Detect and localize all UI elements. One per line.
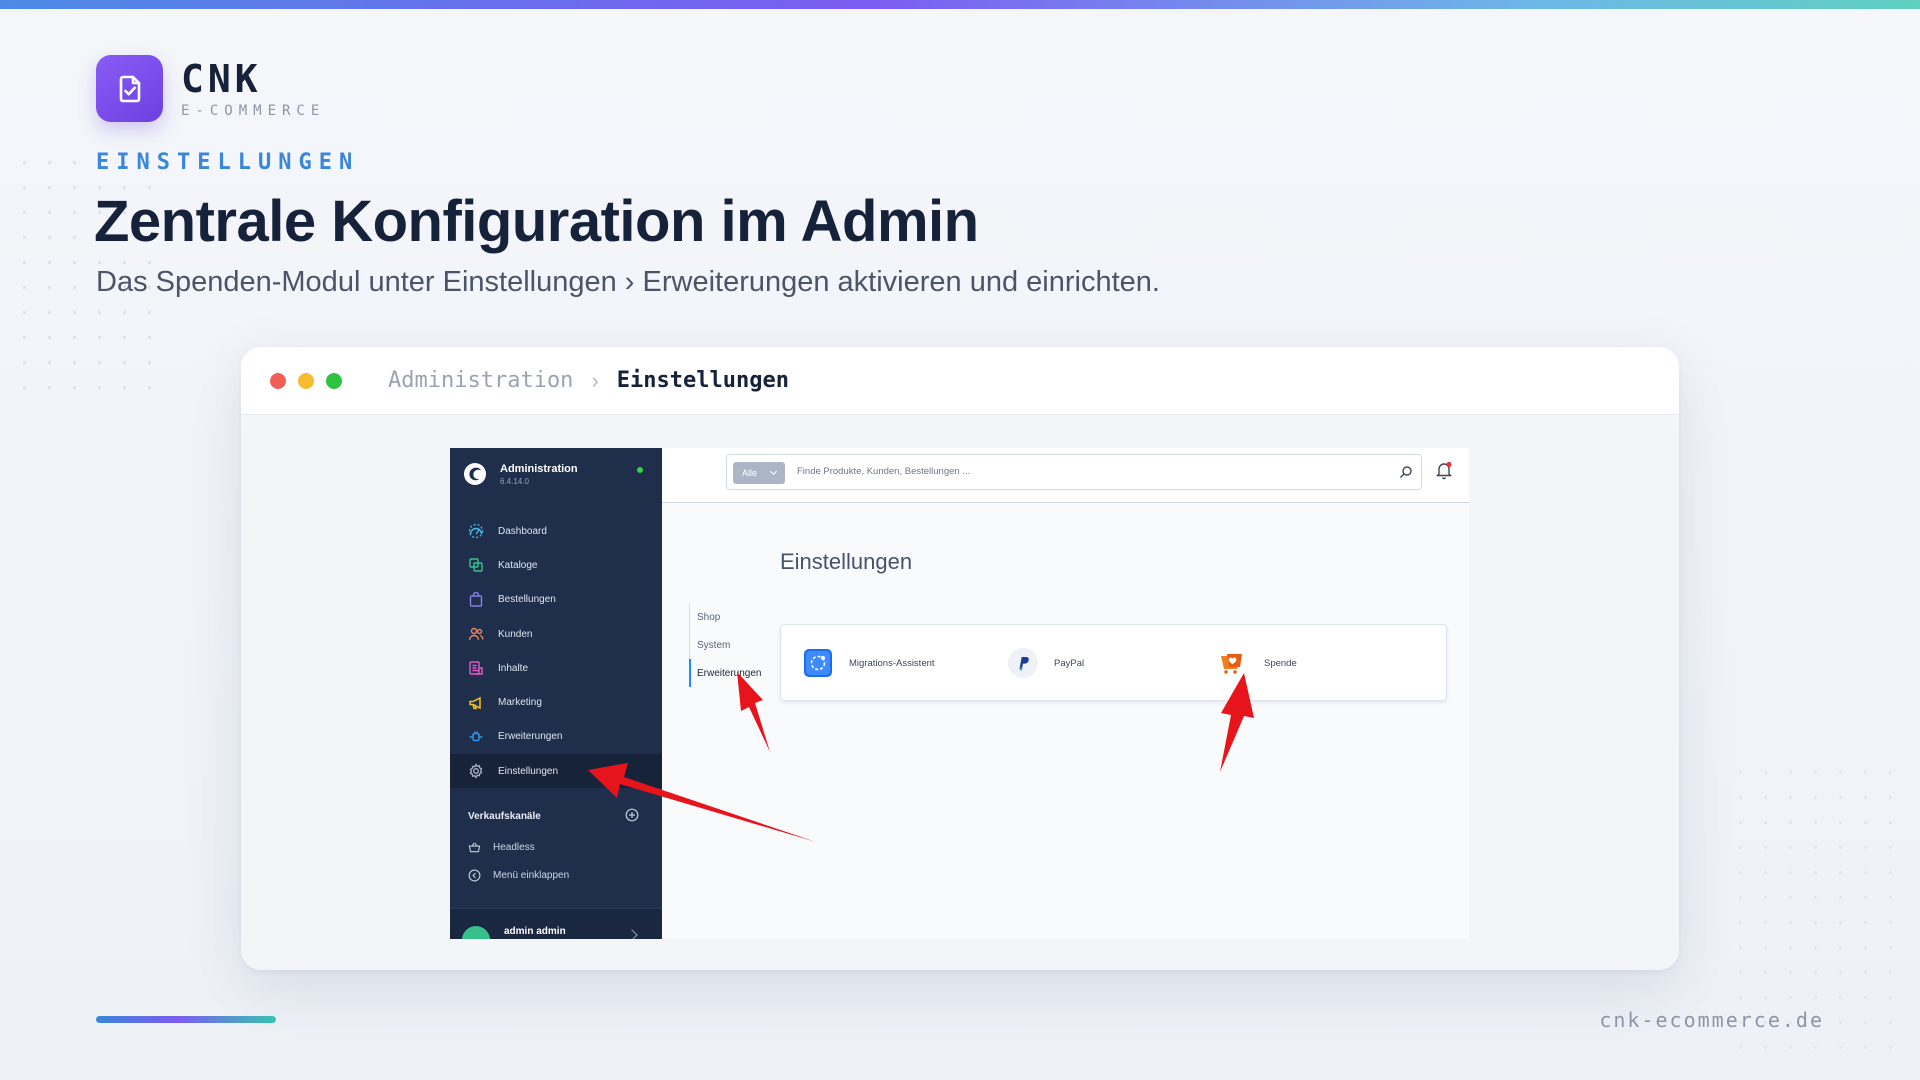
sidebar-item-customers[interactable]: Kunden [450, 617, 662, 651]
tab-system[interactable]: System [690, 631, 769, 659]
plugin-label: PayPal [1054, 657, 1085, 669]
chevron-down-icon [769, 467, 778, 476]
sidebar-item-marketing[interactable]: Marketing [450, 685, 662, 719]
user-name: admin admin [504, 926, 566, 937]
sidebar-item-label: Kataloge [498, 559, 538, 571]
settings-page-title: Einstellungen [780, 549, 913, 574]
plugin-label: Migrations-Assistent [849, 657, 935, 669]
sidebar-item-label: Kunden [498, 628, 533, 640]
admin-version: 6.4.14.0 [500, 476, 529, 486]
page-headline: Zentrale Konfiguration im Admin [94, 189, 979, 254]
brand-logo: CNK E-COMMERCE [96, 55, 325, 122]
sidebar-nav: Dashboard Kataloge Bestellungen Kunden I… [450, 514, 662, 789]
collapse-menu-button[interactable]: Menü einklappen [468, 869, 569, 882]
shopware-logo-icon [464, 463, 486, 485]
online-status-dot [637, 467, 643, 473]
admin-topbar: Alle Finde Produkte, Kunden, Bestellunge… [662, 448, 1469, 503]
sidebar-header: Administration 6.4.14.0 [450, 448, 662, 500]
page-subline: Das Spenden-Modul unter Einstellungen › … [96, 266, 1160, 298]
plugin-paypal[interactable]: PayPal [1008, 648, 1084, 678]
sidebar-item-label: Marketing [498, 697, 542, 709]
close-window-dot[interactable] [270, 372, 286, 389]
search-icon[interactable] [1399, 465, 1413, 479]
top-gradient-strip [0, 0, 1920, 9]
sidebar-item-dashboard[interactable]: Dashboard [450, 514, 662, 548]
plugin-donation[interactable]: Spende [1218, 648, 1297, 678]
sidebar-item-extensions[interactable]: Erweiterungen [450, 720, 662, 754]
marketing-icon [469, 696, 481, 709]
breadcrumb-administration[interactable]: Administration [388, 368, 573, 393]
orders-icon [469, 591, 483, 607]
brand-subtitle: E-COMMERCE [181, 102, 326, 119]
tab-shop[interactable]: Shop [690, 603, 769, 631]
document-check-icon [96, 55, 163, 122]
section-kicker: EINSTELLUNGEN [96, 150, 360, 175]
search-scope-select[interactable]: Alle [733, 462, 785, 484]
avatar [462, 926, 490, 939]
admin-sidebar: Administration 6.4.14.0 Dashboard Katalo… [450, 448, 662, 939]
migration-icon [803, 648, 833, 678]
global-search[interactable]: Alle Finde Produkte, Kunden, Bestellunge… [726, 454, 1422, 490]
search-input[interactable]: Finde Produkte, Kunden, Bestellungen ... [797, 466, 970, 477]
footer-url[interactable]: cnk-ecommerce.de [1599, 1008, 1824, 1032]
sidebar-item-settings[interactable]: Einstellungen [450, 754, 662, 789]
sidebar-item-headless[interactable]: Headless [468, 841, 535, 854]
extensions-card: Migrations-Assistent PayPal Spende [780, 624, 1447, 701]
plugin-migration-assistant[interactable]: Migrations-Assistent [803, 648, 935, 678]
basket-icon [468, 842, 481, 853]
footer-accent-bar [96, 1016, 276, 1023]
minimize-window-dot[interactable] [298, 372, 314, 389]
browser-window: Administration › Einstellungen Administr… [241, 347, 1679, 970]
sidebar-item-label: Headless [493, 842, 535, 853]
content-icon [469, 661, 483, 676]
user-menu[interactable]: admin admin [450, 908, 662, 939]
catalog-icon [469, 558, 483, 573]
sidebar-item-content[interactable]: Inhalte [450, 651, 662, 685]
admin-title: Administration [500, 462, 578, 475]
sidebar-item-label: Einstellungen [498, 765, 559, 777]
collapse-icon [468, 869, 481, 882]
plugin-label: Spende [1264, 657, 1297, 669]
settings-icon [469, 763, 483, 779]
sidebar-item-catalogs[interactable]: Kataloge [450, 548, 662, 582]
breadcrumb-separator: › [591, 367, 599, 393]
customers-icon [468, 627, 484, 641]
admin-screenshot: Administration 6.4.14.0 Dashboard Katalo… [450, 448, 1469, 939]
sidebar-item-label: Menü einklappen [493, 870, 570, 881]
window-titlebar: Administration › Einstellungen [241, 347, 1679, 415]
sidebar-item-label: Bestellungen [498, 594, 556, 606]
bell-icon[interactable] [1434, 460, 1454, 480]
maximize-window-dot[interactable] [326, 372, 342, 389]
dashboard-icon [468, 523, 484, 539]
brand-name: CNK [181, 56, 262, 101]
breadcrumb-current: Einstellungen [616, 368, 789, 393]
add-sales-channel-icon[interactable] [625, 808, 639, 822]
tab-extensions[interactable]: Erweiterungen [689, 659, 769, 687]
chevron-icon [626, 929, 638, 939]
settings-tabs: Shop System Erweiterungen [689, 603, 769, 687]
search-scope-label: Alle [742, 468, 758, 478]
sales-channels-title: Verkaufskanäle [468, 811, 541, 822]
sidebar-item-label: Inhalte [498, 662, 529, 674]
paypal-icon [1008, 648, 1038, 678]
extensions-icon [469, 731, 483, 742]
donation-icon [1218, 648, 1248, 678]
sidebar-item-label: Dashboard [498, 525, 547, 537]
sidebar-item-orders[interactable]: Bestellungen [450, 583, 662, 617]
sidebar-item-label: Erweiterungen [498, 731, 563, 743]
